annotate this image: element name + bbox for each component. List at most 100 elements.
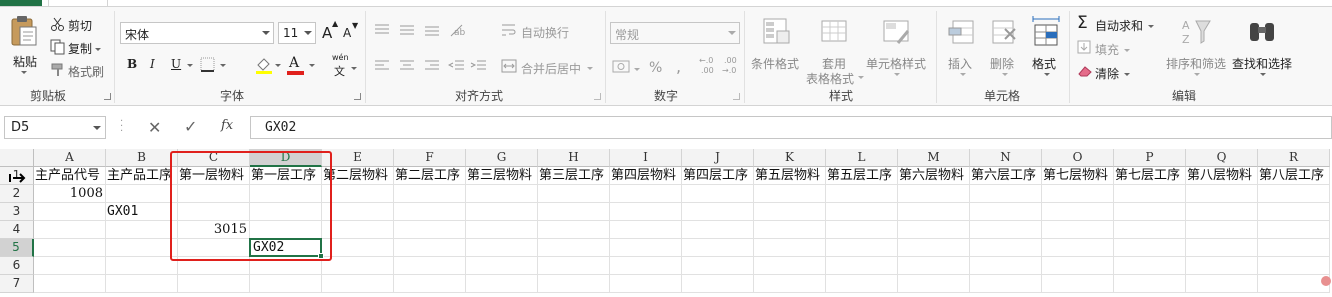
- cell-h2[interactable]: [538, 185, 610, 203]
- cell-h3[interactable]: [538, 203, 610, 221]
- column-header-r[interactable]: R: [1258, 149, 1330, 167]
- cell-k6[interactable]: [754, 257, 826, 275]
- cell-e1[interactable]: 第二层物料: [322, 167, 394, 185]
- clear-button[interactable]: 清除: [1075, 63, 1159, 81]
- cell-e4[interactable]: [322, 221, 394, 239]
- chevron-down-icon[interactable]: [93, 126, 101, 130]
- cell-d7[interactable]: [250, 275, 322, 293]
- merge-center-icon[interactable]: [501, 58, 517, 74]
- cell-h5[interactable]: [538, 239, 610, 257]
- column-header-a[interactable]: A: [34, 149, 106, 167]
- insert-function-button[interactable]: fx: [221, 118, 233, 133]
- cell-f4[interactable]: [394, 221, 466, 239]
- cell-g5[interactable]: [466, 239, 538, 257]
- cell-e5[interactable]: [322, 239, 394, 257]
- cancel-icon[interactable]: ✕: [148, 118, 161, 137]
- cell-m5[interactable]: [898, 239, 970, 257]
- cell-q1[interactable]: 第八层物料: [1186, 167, 1258, 185]
- column-header-g[interactable]: G: [466, 149, 538, 167]
- cell-o7[interactable]: [1042, 275, 1114, 293]
- cell-n4[interactable]: [970, 221, 1042, 239]
- cell-a4[interactable]: [34, 221, 106, 239]
- cell-i7[interactable]: [610, 275, 682, 293]
- row-header-5[interactable]: 5: [0, 239, 34, 257]
- cell-r4[interactable]: [1258, 221, 1330, 239]
- column-header-p[interactable]: P: [1114, 149, 1186, 167]
- cell-f3[interactable]: [394, 203, 466, 221]
- cell-o5[interactable]: [1042, 239, 1114, 257]
- cell-j4[interactable]: [682, 221, 754, 239]
- cell-a3[interactable]: [34, 203, 106, 221]
- cell-q4[interactable]: [1186, 221, 1258, 239]
- cell-l1[interactable]: 第五层工序: [826, 167, 898, 185]
- cell-f6[interactable]: [394, 257, 466, 275]
- cell-g2[interactable]: [466, 185, 538, 203]
- cell-k7[interactable]: [754, 275, 826, 293]
- cell-j6[interactable]: [682, 257, 754, 275]
- phonetic-button[interactable]: wén 文: [330, 53, 360, 78]
- cell-h1[interactable]: 第三层工序: [538, 167, 610, 185]
- column-header-h[interactable]: H: [538, 149, 610, 167]
- cell-r1[interactable]: 第八层工序: [1258, 167, 1330, 185]
- increase-decimal-button[interactable]: ←.0 .00: [699, 56, 719, 78]
- paste-dropdown-arrow[interactable]: [21, 71, 27, 74]
- font-name-select[interactable]: 宋体: [120, 22, 274, 44]
- shrink-font-button[interactable]: A: [343, 26, 351, 40]
- align-center-icon[interactable]: [398, 59, 416, 73]
- comma-button[interactable]: ,: [676, 57, 681, 76]
- align-bottom-icon[interactable]: [423, 23, 441, 37]
- cell-k4[interactable]: [754, 221, 826, 239]
- cell-r3[interactable]: [1258, 203, 1330, 221]
- cell-n1[interactable]: 第六层工序: [970, 167, 1042, 185]
- cut-button[interactable]: 剪切: [48, 15, 118, 33]
- number-launcher[interactable]: [733, 93, 740, 100]
- cell-b6[interactable]: [106, 257, 178, 275]
- cell-a6[interactable]: [34, 257, 106, 275]
- column-header-j[interactable]: J: [682, 149, 754, 167]
- cell-p3[interactable]: [1114, 203, 1186, 221]
- cell-l3[interactable]: [826, 203, 898, 221]
- cell-l4[interactable]: [826, 221, 898, 239]
- cell-o3[interactable]: [1042, 203, 1114, 221]
- italic-button[interactable]: I: [150, 57, 155, 71]
- cell-b4[interactable]: [106, 221, 178, 239]
- cell-i2[interactable]: [610, 185, 682, 203]
- row-header-3[interactable]: 3: [0, 203, 34, 221]
- cell-k2[interactable]: [754, 185, 826, 203]
- cell-j7[interactable]: [682, 275, 754, 293]
- cell-g3[interactable]: [466, 203, 538, 221]
- align-top-icon[interactable]: [373, 23, 391, 37]
- insert-cells-button[interactable]: 插入: [942, 11, 982, 81]
- cell-i6[interactable]: [610, 257, 682, 275]
- cell-m6[interactable]: [898, 257, 970, 275]
- cell-q5[interactable]: [1186, 239, 1258, 257]
- copy-dropdown-arrow[interactable]: [95, 48, 101, 51]
- delete-cells-button[interactable]: 删除: [984, 11, 1024, 81]
- cell-p6[interactable]: [1114, 257, 1186, 275]
- formula-input[interactable]: GX02: [250, 116, 1332, 139]
- cell-q2[interactable]: [1186, 185, 1258, 203]
- cell-h7[interactable]: [538, 275, 610, 293]
- paste-button[interactable]: 粘贴: [6, 11, 42, 75]
- conditional-formatting-button[interactable]: 条件格式: [750, 11, 804, 81]
- row-header-4[interactable]: 4: [0, 221, 34, 239]
- column-header-b[interactable]: B: [106, 149, 178, 167]
- cell-i5[interactable]: [610, 239, 682, 257]
- cell-a7[interactable]: [34, 275, 106, 293]
- cell-n5[interactable]: [970, 239, 1042, 257]
- align-middle-icon[interactable]: [398, 23, 416, 37]
- cell-b2[interactable]: [106, 185, 178, 203]
- cell-o6[interactable]: [1042, 257, 1114, 275]
- name-box[interactable]: D5: [4, 116, 106, 139]
- format-painter-button[interactable]: 格式刷: [48, 61, 118, 79]
- cell-f2[interactable]: [394, 185, 466, 203]
- cell-j2[interactable]: [682, 185, 754, 203]
- cell-g1[interactable]: 第三层物料: [466, 167, 538, 185]
- clipboard-launcher[interactable]: [104, 93, 111, 100]
- cell-b5[interactable]: [106, 239, 178, 257]
- format-cells-button[interactable]: 格式: [1026, 11, 1066, 81]
- cell-p4[interactable]: [1114, 221, 1186, 239]
- sort-filter-button[interactable]: AZ 排序和筛选: [1164, 11, 1228, 81]
- cell-l7[interactable]: [826, 275, 898, 293]
- row-header-2[interactable]: 2: [0, 185, 34, 203]
